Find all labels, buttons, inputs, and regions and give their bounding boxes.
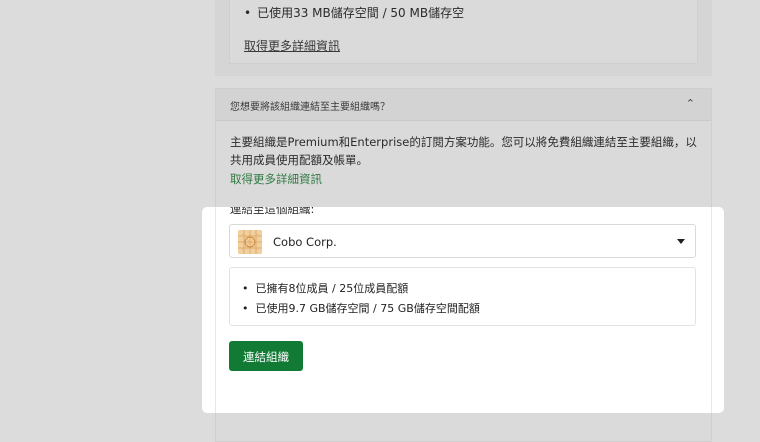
connect-org-button[interactable]: 連結組織: [229, 341, 303, 371]
accordion-header[interactable]: 您想要將該組織連結至主要組織嗎？ ⌃: [216, 89, 711, 121]
accordion-title: 您想要將該組織連結至主要組織嗎？: [230, 102, 390, 113]
members-usage: • 已擁有8位成員 / 25位成員配額: [242, 280, 408, 296]
selected-org-name: Cobo Corp.: [273, 235, 337, 249]
connect-label-text: 連結至這個組織:: [230, 207, 315, 216]
accordion-description: 主要組織是Premium和Enterprise的訂閱方案功能。您可以將免費組織連…: [230, 135, 697, 167]
chevron-down-icon: [677, 239, 685, 244]
chevron-up-icon[interactable]: ⌃: [686, 97, 695, 110]
bullet-icon: •: [244, 6, 252, 20]
connect-org-spotlight: 連結至這個組織: Cobo Corp. • 已擁有8位成員 / 25位成員配額 •…: [202, 207, 724, 413]
storage-usage-text: 已使用9.7 GB儲存空間 / 75 GB儲存空間配額: [255, 302, 480, 315]
members-usage-text: 已擁有8位成員 / 25位成員配額: [255, 282, 409, 295]
modal-stage: • 已使用33 MB儲存空間 / 50 MB儲存空 取得更多詳細資訊 您想要將該組…: [0, 0, 760, 442]
org-usage-box: • 已擁有8位成員 / 25位成員配額 • 已使用9.7 GB儲存空間 / 75 G…: [229, 267, 696, 326]
storage-usage: • 已使用9.7 GB儲存空間 / 75 GB儲存空間配額: [242, 300, 480, 316]
top-storage-usage-text: 已使用33 MB儲存空間 / 50 MB儲存空: [257, 6, 465, 20]
top-more-info-link[interactable]: 取得更多詳細資訊: [244, 37, 340, 54]
top-storage-usage: • 已使用33 MB儲存空間 / 50 MB儲存空: [244, 4, 464, 21]
top-usage-box: • 已使用33 MB儲存空間 / 50 MB儲存空 取得更多詳細資訊: [229, 0, 698, 64]
org-select[interactable]: Cobo Corp.: [229, 224, 696, 258]
accordion-more-info-link[interactable]: 取得更多詳細資訊: [230, 171, 322, 187]
bullet-icon: •: [242, 282, 249, 295]
bullet-icon: •: [242, 302, 249, 315]
top-storage-panel: • 已使用33 MB儲存空間 / 50 MB儲存空 取得更多詳細資訊: [215, 0, 712, 76]
org-logo-icon: [238, 230, 262, 254]
connect-label: 連結至這個組織:: [230, 207, 314, 217]
